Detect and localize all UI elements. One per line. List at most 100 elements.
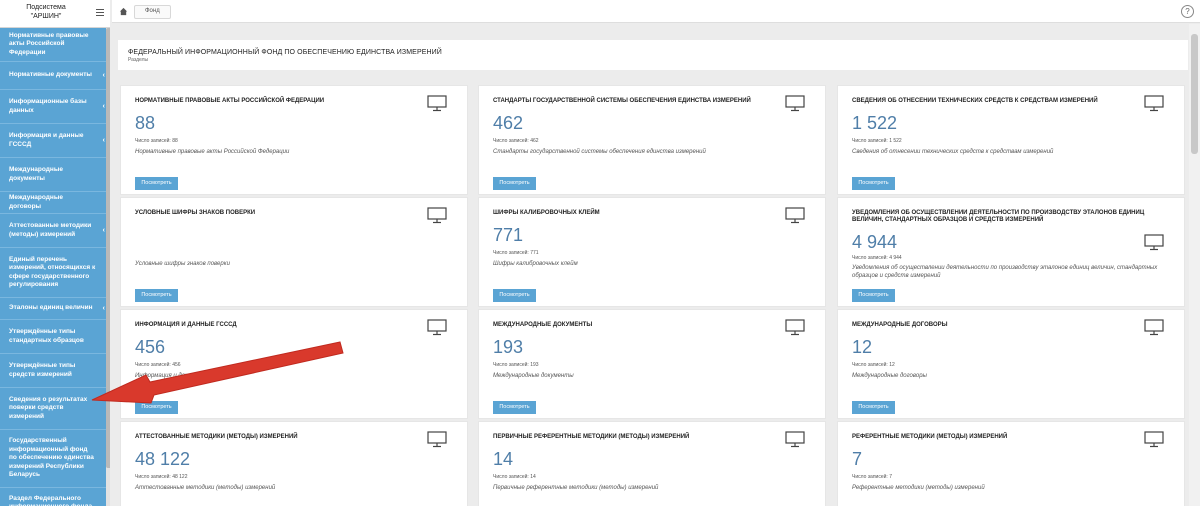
sidebar-item-label: Государственный информационный фонд по о… bbox=[9, 437, 94, 479]
page-scrollbar[interactable] bbox=[1189, 24, 1200, 506]
card-count: 771 bbox=[493, 225, 524, 245]
card-title[interactable]: СВЕДЕНИЯ ОБ ОТНЕСЕНИИ ТЕХНИЧЕСКИХ СРЕДСТ… bbox=[852, 98, 1147, 105]
sidebar-item-10[interactable]: Утверждённые типы средств измерений bbox=[0, 354, 110, 388]
chevron-left-icon: ‹ bbox=[102, 71, 105, 79]
card-records: Число записей: 4 944 bbox=[852, 255, 902, 261]
monitor-icon bbox=[1144, 95, 1164, 112]
brand-line-2: "АРШИН" bbox=[30, 13, 62, 20]
page-scroll-thumb[interactable] bbox=[1191, 34, 1198, 154]
sidebar-item-4[interactable]: Международные документы bbox=[0, 158, 110, 192]
sidebar-item-label: Утверждённые типы стандартных образцов bbox=[9, 328, 84, 344]
card-records: Число записей: 456 bbox=[135, 362, 181, 368]
breadcrumb-fond[interactable]: Фонд bbox=[134, 5, 171, 19]
card-count: 14 bbox=[493, 449, 514, 469]
card-title[interactable]: НОРМАТИВНЫЕ ПРАВОВЫЕ АКТЫ РОССИЙСКОЙ ФЕД… bbox=[135, 98, 430, 105]
card-count: 88 bbox=[135, 113, 156, 133]
sidebar-item-label: Международные договоры bbox=[9, 194, 63, 210]
section-card: СВЕДЕНИЯ ОБ ОТНЕСЕНИИ ТЕХНИЧЕСКИХ СРЕДСТ… bbox=[837, 85, 1185, 195]
card-title[interactable]: АТТЕСТОВАННЫЕ МЕТОДИКИ (МЕТОДЫ) ИЗМЕРЕНИ… bbox=[135, 434, 430, 441]
card-count: 7 bbox=[852, 449, 863, 469]
card-count: 456 bbox=[135, 337, 166, 357]
view-button[interactable]: Посмотреть bbox=[493, 177, 536, 190]
sidebar: Подсистема "АРШИН" Нормативные правовые … bbox=[0, 0, 110, 506]
sidebar-item-6[interactable]: Аттестованные методики (методы) измерени… bbox=[0, 214, 110, 248]
section-card: ИНФОРМАЦИЯ И ДАННЫЕ ГСССД 456 Число записе… bbox=[120, 309, 468, 419]
card-title[interactable]: ПЕРВИЧНЫЕ РЕФЕРЕНТНЫЕ МЕТОДИКИ (МЕТОДЫ) … bbox=[493, 434, 788, 441]
sidebar-item-8[interactable]: Эталоны единиц величин ‹ bbox=[0, 298, 110, 320]
card-description: Нормативные правовые акты Российской Фед… bbox=[135, 149, 290, 155]
view-button[interactable]: Посмотреть bbox=[135, 401, 178, 414]
card-records: Число записей: 88 bbox=[135, 138, 178, 144]
view-button[interactable]: Посмотреть bbox=[852, 177, 895, 190]
chevron-left-icon: ‹ bbox=[102, 102, 105, 110]
card-records: Число записей: 12 bbox=[852, 362, 895, 368]
card-records: Число записей: 771 bbox=[493, 250, 539, 256]
help-button[interactable]: ? bbox=[1181, 5, 1194, 18]
monitor-icon bbox=[785, 207, 805, 224]
card-description: Шифры калибровочных клейм bbox=[493, 261, 578, 267]
card-description: Международные документы bbox=[493, 373, 574, 379]
chevron-left-icon: ‹ bbox=[102, 226, 105, 234]
sidebar-menu: Нормативные правовые акты Российской Фед… bbox=[0, 28, 110, 506]
sidebar-item-13[interactable]: Раздел Федерального информационного фонд… bbox=[0, 488, 110, 506]
card-title[interactable]: ИНФОРМАЦИЯ И ДАННЫЕ ГСССД bbox=[135, 322, 430, 329]
card-title[interactable]: РЕФЕРЕНТНЫЕ МЕТОДИКИ (МЕТОДЫ) ИЗМЕРЕНИЙ bbox=[852, 434, 1147, 441]
card-title[interactable]: УВЕДОМЛЕНИЯ ОБ ОСУЩЕСТВЛЕНИИ ДЕЯТЕЛЬНОСТ… bbox=[852, 210, 1147, 224]
hamburger-menu-icon[interactable] bbox=[96, 9, 104, 17]
sidebar-scrollbar[interactable] bbox=[106, 28, 110, 506]
app-root: Подсистема "АРШИН" Нормативные правовые … bbox=[0, 0, 1200, 506]
card-description: Референтные методики (методы) измерений bbox=[852, 485, 985, 491]
chevron-left-icon: ‹ bbox=[102, 136, 105, 144]
sidebar-item-label: Информационные базы данных bbox=[9, 98, 87, 114]
card-description: Стандарты государственной системы обеспе… bbox=[493, 149, 706, 155]
sidebar-item-12[interactable]: Государственный информационный фонд по о… bbox=[0, 430, 110, 488]
sidebar-item-label: Нормативные документы bbox=[9, 71, 92, 79]
sidebar-item-11[interactable]: Сведения о результатах поверки средств и… bbox=[0, 388, 110, 430]
sidebar-header: Подсистема "АРШИН" bbox=[0, 0, 110, 28]
card-description: Первичные референтные методики (методы) … bbox=[493, 485, 659, 491]
section-card: АТТЕСТОВАННЫЕ МЕТОДИКИ (МЕТОДЫ) ИЗМЕРЕНИ… bbox=[120, 421, 468, 506]
sidebar-item-5[interactable]: Международные договоры bbox=[0, 192, 110, 214]
view-button[interactable]: Посмотреть bbox=[135, 289, 178, 302]
view-button[interactable]: Посмотреть bbox=[493, 289, 536, 302]
sidebar-item-2[interactable]: Информационные базы данных ‹ bbox=[0, 90, 110, 124]
card-records: Число записей: 48 122 bbox=[135, 474, 188, 480]
card-title[interactable]: МЕЖДУНАРОДНЫЕ ДОКУМЕНТЫ bbox=[493, 322, 788, 329]
section-card: УВЕДОМЛЕНИЯ ОБ ОСУЩЕСТВЛЕНИИ ДЕЯТЕЛЬНОСТ… bbox=[837, 197, 1185, 307]
section-card: НОРМАТИВНЫЕ ПРАВОВЫЕ АКТЫ РОССИЙСКОЙ ФЕД… bbox=[120, 85, 468, 195]
view-button[interactable]: Посмотреть bbox=[852, 289, 895, 302]
sidebar-item-label: Аттестованные методики (методы) измерени… bbox=[9, 222, 92, 238]
chevron-left-icon: ‹ bbox=[102, 304, 105, 312]
brand-title[interactable]: Подсистема "АРШИН" bbox=[6, 3, 86, 21]
sidebar-item-0[interactable]: Нормативные правовые акты Российской Фед… bbox=[0, 28, 110, 62]
sidebar-item-label: Нормативные правовые акты Российской Фед… bbox=[9, 31, 89, 56]
card-title[interactable]: ШИФРЫ КАЛИБРОВОЧНЫХ КЛЕЙМ bbox=[493, 210, 788, 217]
card-records: Число записей: 193 bbox=[493, 362, 539, 368]
section-card: МЕЖДУНАРОДНЫЕ ДОКУМЕНТЫ 193 Число записей:… bbox=[478, 309, 826, 419]
sidebar-item-label: Эталоны единиц величин bbox=[9, 304, 93, 312]
monitor-icon bbox=[1144, 319, 1164, 336]
card-title[interactable]: УСЛОВНЫЕ ШИФРЫ ЗНАКОВ ПОВЕРКИ bbox=[135, 210, 430, 217]
view-button[interactable]: Посмотреть bbox=[852, 401, 895, 414]
monitor-icon bbox=[1144, 431, 1164, 448]
sidebar-item-9[interactable]: Утверждённые типы стандартных образцов bbox=[0, 320, 110, 354]
card-description: Международные договоры bbox=[852, 373, 927, 379]
section-card: ПЕРВИЧНЫЕ РЕФЕРЕНТНЫЕ МЕТОДИКИ (МЕТОДЫ) … bbox=[478, 421, 826, 506]
card-description: Аттестованные методики (методы) измерени… bbox=[135, 485, 276, 491]
sidebar-item-7[interactable]: Единый перечень измерений, относящихся к… bbox=[0, 248, 110, 298]
sidebar-item-3[interactable]: Информация и данные ГСССД ‹ bbox=[0, 124, 110, 158]
view-button[interactable]: Посмотреть bbox=[135, 177, 178, 190]
sidebar-item-label: Международные документы bbox=[9, 166, 63, 182]
card-description: Сведения об отнесении технических средст… bbox=[852, 149, 1054, 155]
home-icon[interactable] bbox=[116, 4, 130, 18]
card-count: 1 522 bbox=[852, 113, 898, 133]
sidebar-item-1[interactable]: Нормативные документы ‹ bbox=[0, 62, 110, 90]
card-records: Число записей: 14 bbox=[493, 474, 536, 480]
top-bar: Фонд ? bbox=[112, 0, 1200, 23]
card-title[interactable]: СТАНДАРТЫ ГОСУДАРСТВЕННОЙ СИСТЕМЫ ОБЕСПЕ… bbox=[493, 98, 788, 105]
view-button[interactable]: Посмотреть bbox=[493, 401, 536, 414]
card-records: Число записей: 1 522 bbox=[852, 138, 902, 144]
sidebar-scroll-thumb[interactable] bbox=[106, 28, 110, 468]
card-count: 193 bbox=[493, 337, 524, 357]
card-title[interactable]: МЕЖДУНАРОДНЫЕ ДОГОВОРЫ bbox=[852, 322, 1147, 329]
